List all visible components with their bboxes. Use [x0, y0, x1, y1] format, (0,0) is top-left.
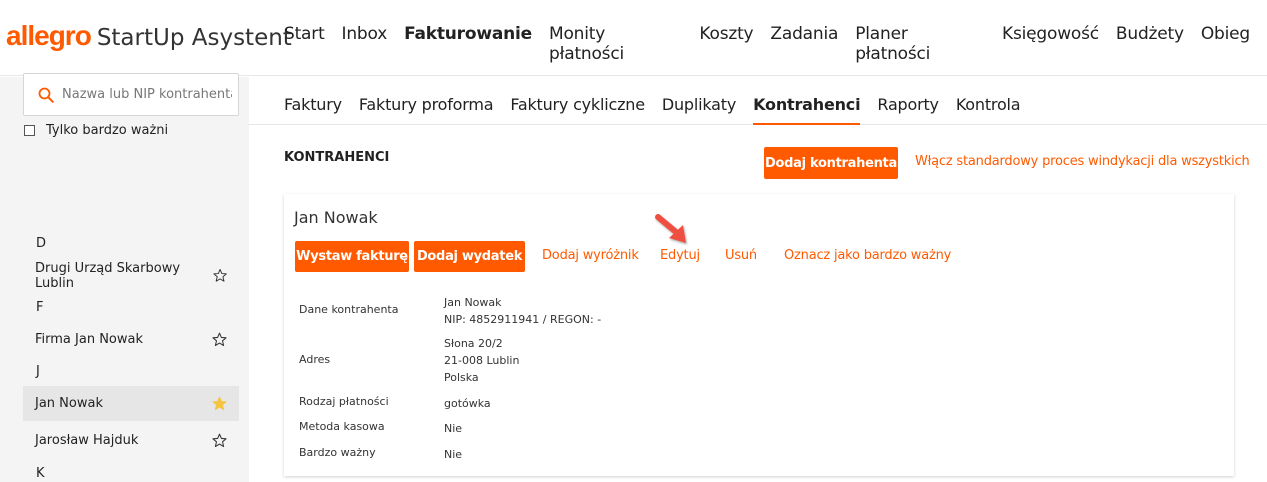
contact-name: Jarosław Hajduk	[35, 433, 139, 448]
top-bar: allegro StartUp Asystent Start Inbox Fak…	[0, 0, 1267, 76]
search-icon	[38, 87, 54, 103]
tab-faktury-cykliczne[interactable]: Faktury cykliczne	[510, 95, 645, 125]
nav-planer-platnosci[interactable]: Planer płatności	[855, 24, 985, 64]
contractor-name-value: Jan Nowak	[444, 296, 502, 309]
letter-heading-k: K	[36, 466, 45, 481]
vip-only-label: Tylko bardzo ważni	[46, 123, 169, 138]
nav-fakturowanie[interactable]: Fakturowanie	[404, 24, 532, 64]
enable-debt-process-link[interactable]: Włącz standardowy proces windykacji dla …	[915, 154, 1250, 169]
contact-name: Drugi Urząd Skarbowy Lublin	[35, 260, 181, 291]
contact-item-selected[interactable]: Jan Nowak	[23, 386, 239, 421]
nav-budzety[interactable]: Budżety	[1116, 24, 1184, 64]
edit-link[interactable]: Edytuj	[660, 248, 700, 263]
detail-value: Słona 20/2 21-008 Lublin Polska	[444, 335, 519, 386]
detail-value: gotówka	[444, 397, 491, 410]
tab-raporty[interactable]: Raporty	[877, 95, 939, 125]
detail-label: Rodzaj płatności	[299, 395, 389, 408]
star-outline-icon[interactable]	[213, 268, 227, 283]
nav-inbox[interactable]: Inbox	[342, 24, 388, 64]
contact-item[interactable]: Jarosław Hajduk	[23, 423, 239, 458]
contractor-ids-value: NIP: 4852911941 / REGON: -	[444, 313, 602, 326]
tab-faktury[interactable]: Faktury	[284, 95, 342, 125]
add-expense-button[interactable]: Dodaj wydatek	[414, 241, 525, 272]
detail-value: Nie	[444, 448, 463, 461]
contractor-card: Jan Nowak Wystaw fakturę Dodaj wydatek D…	[284, 194, 1234, 476]
letter-heading-d: D	[36, 236, 47, 251]
vip-only-filter[interactable]: Tylko bardzo ważni	[24, 123, 168, 138]
contact-name: Firma Jan Nowak	[35, 332, 143, 347]
detail-label: Dane kontrahenta	[299, 303, 399, 316]
brand-logo: allegro	[6, 20, 92, 51]
detail-label: Bardzo ważny	[299, 446, 376, 459]
contact-item[interactable]: Drugi Urząd Skarbowy Lublin	[23, 258, 239, 293]
add-highlight-link[interactable]: Dodaj wyróżnik	[542, 248, 639, 263]
contact-item[interactable]: Firma Jan Nowak	[23, 322, 239, 357]
detail-value: Jan Nowak NIP: 4852911941 / REGON: -	[444, 294, 601, 328]
page-title: KONTRAHENCI	[284, 150, 390, 165]
tab-duplikaty[interactable]: Duplikaty	[662, 95, 736, 125]
nav-obieg[interactable]: Obieg	[1201, 24, 1250, 64]
nav-start[interactable]: Start	[284, 24, 325, 64]
nav-monity-platnosci[interactable]: Monity płatności	[549, 24, 682, 64]
mark-vip-link[interactable]: Oznacz jako bardzo ważny	[784, 248, 951, 263]
pointer-arrow-icon	[655, 214, 686, 243]
add-contractor-button[interactable]: Dodaj kontrahenta	[764, 147, 898, 179]
star-outline-icon[interactable]	[212, 332, 227, 347]
vip-only-checkbox[interactable]	[24, 125, 35, 136]
app-logo[interactable]: allegro StartUp Asystent	[6, 20, 292, 52]
tab-kontrola[interactable]: Kontrola	[956, 95, 1021, 125]
contact-name: Jan Nowak	[35, 396, 103, 411]
app-name: StartUp Asystent	[96, 25, 292, 51]
letter-heading-f: F	[36, 300, 44, 315]
nav-koszty[interactable]: Koszty	[699, 24, 753, 64]
address-line: Polska	[444, 371, 479, 384]
address-line: 21-008 Lublin	[444, 354, 520, 367]
issue-invoice-button[interactable]: Wystaw fakturę	[295, 241, 409, 272]
nav-zadania[interactable]: Zadania	[770, 24, 838, 64]
tab-faktury-proforma[interactable]: Faktury proforma	[359, 95, 494, 125]
detail-label: Metoda kasowa	[299, 420, 385, 433]
main-nav: Start Inbox Fakturowanie Monity płatnośc…	[284, 24, 1267, 64]
detail-label: Adres	[299, 353, 331, 366]
address-line: Słona 20/2	[444, 337, 503, 350]
star-outline-icon[interactable]	[212, 433, 227, 448]
detail-value: Nie	[444, 422, 463, 435]
star-filled-icon[interactable]	[212, 396, 227, 411]
contractor-name: Jan Nowak	[294, 208, 378, 227]
delete-link[interactable]: Usuń	[725, 248, 757, 263]
search-input[interactable]	[62, 87, 232, 102]
tab-kontrahenci[interactable]: Kontrahenci	[753, 95, 861, 125]
contractor-search[interactable]	[23, 73, 239, 116]
letter-heading-j: J	[36, 364, 40, 379]
nav-ksiegowosc[interactable]: Księgowość	[1002, 24, 1099, 64]
sub-nav: Faktury Faktury proforma Faktury cyklicz…	[249, 77, 1267, 125]
